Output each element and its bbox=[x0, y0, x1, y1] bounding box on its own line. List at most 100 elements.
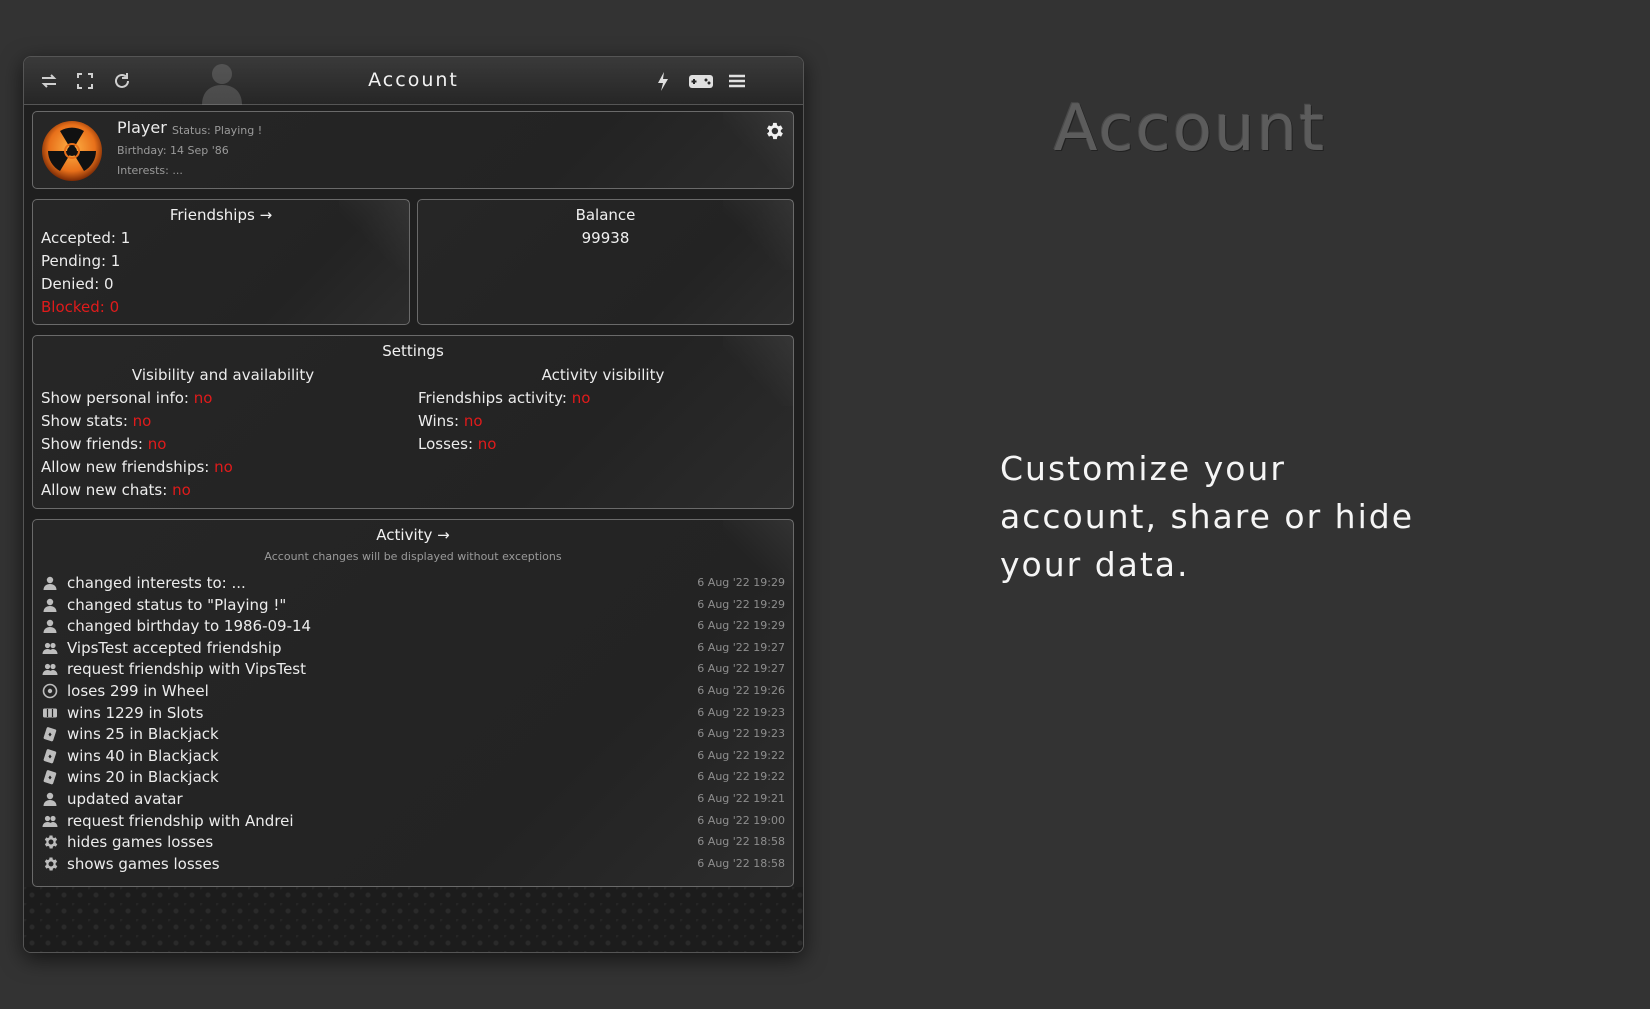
account-window: Account Player Status: Playing ! Birthda… bbox=[23, 56, 804, 953]
activity-time: 6 Aug '22 19:29 bbox=[697, 597, 785, 611]
activity-text: VipsTest accepted friendship bbox=[67, 638, 282, 657]
users-icon bbox=[42, 642, 58, 654]
settings-panel: Settings Visibility and availability Act… bbox=[32, 335, 794, 509]
activity-time: 6 Aug '22 19:27 bbox=[697, 640, 785, 654]
wheel-icon bbox=[42, 683, 58, 699]
menu-icon[interactable] bbox=[726, 70, 748, 92]
setting-show-friends[interactable]: Show friends: no bbox=[41, 435, 166, 453]
activity-item: request friendship with VipsTest 6 Aug '2… bbox=[33, 660, 793, 680]
activity-item: wins 25 in Blackjack 6 Aug '22 19:23 bbox=[33, 725, 793, 745]
activity-item: updated avatar 6 Aug '22 19:21 bbox=[33, 790, 793, 810]
profile-name: Player bbox=[117, 118, 167, 137]
activity-time: 6 Aug '22 19:29 bbox=[697, 619, 785, 633]
activity-text: hides games losses bbox=[67, 833, 214, 852]
users-icon bbox=[42, 664, 58, 676]
balance-panel: Balance 99938 bbox=[417, 199, 794, 325]
setting-allow-new-chats[interactable]: Allow new chats: no bbox=[41, 481, 191, 499]
setting-value[interactable]: no bbox=[464, 412, 483, 430]
friendships-title[interactable]: Friendships → bbox=[33, 206, 409, 224]
setting-label: Allow new chats: bbox=[41, 481, 168, 499]
activity-time: 6 Aug '22 19:26 bbox=[697, 684, 785, 697]
activity-item: wins 20 in Blackjack 6 Aug '22 19:22 bbox=[33, 768, 793, 788]
setting-value[interactable]: no bbox=[478, 435, 497, 453]
activity-item: wins 1229 in Slots 6 Aug '22 19:23 bbox=[33, 704, 793, 724]
activity-time: 6 Aug '22 19:00 bbox=[697, 813, 785, 827]
profile-interests: Interests: ... bbox=[117, 164, 183, 177]
friendships-blocked: Blocked: 0 bbox=[41, 298, 120, 316]
setting-value[interactable]: no bbox=[214, 458, 233, 476]
lightning-icon[interactable] bbox=[652, 70, 674, 92]
side-description: Customize your account, share or hide yo… bbox=[1000, 449, 1414, 584]
user-icon bbox=[43, 576, 57, 590]
user-icon bbox=[43, 598, 57, 612]
activity-item: VipsTest accepted friendship 6 Aug '22 19… bbox=[33, 639, 793, 659]
setting-value[interactable]: no bbox=[572, 389, 591, 407]
setting-value[interactable]: no bbox=[133, 412, 152, 430]
activity-text: wins 1229 in Slots bbox=[67, 703, 204, 722]
setting-value[interactable]: no bbox=[148, 435, 167, 453]
profile-status: Status: Playing ! bbox=[172, 124, 263, 137]
activity-text: changed status to "Playing !" bbox=[67, 595, 287, 614]
avatar[interactable] bbox=[41, 120, 103, 182]
activity-time: 6 Aug '22 19:23 bbox=[697, 705, 785, 719]
balance-value: 99938 bbox=[581, 229, 630, 247]
friendships-denied: Denied: 0 bbox=[41, 275, 114, 293]
activity-time: 6 Aug '22 19:23 bbox=[697, 727, 785, 741]
activity-text: shows games losses bbox=[67, 854, 220, 873]
activity-panel: Activity → Account changes will be displ… bbox=[32, 519, 794, 887]
activity-text: wins 20 in Blackjack bbox=[67, 768, 219, 787]
activity-text: changed birthday to 1986-09-14 bbox=[67, 617, 312, 636]
profile-card: Player Status: Playing ! Birthday: 14 Se… bbox=[32, 111, 794, 189]
activity-time: 6 Aug '22 19:29 bbox=[697, 576, 785, 589]
activity-text: request friendship with Andrei bbox=[67, 811, 294, 830]
cards-icon bbox=[43, 748, 57, 764]
slots-icon bbox=[43, 708, 57, 718]
activity-item: request friendship with Andrei 6 Aug '22 … bbox=[33, 812, 793, 832]
activity-item: loses 299 in Wheel 6 Aug '22 19:26 bbox=[33, 682, 793, 702]
setting-label: Friendships activity: bbox=[418, 389, 567, 407]
setting-label: Show stats: bbox=[41, 412, 128, 430]
setting-label: Allow new friendships: bbox=[41, 458, 210, 476]
activity-item: changed birthday to 1986-09-14 6 Aug '22 … bbox=[33, 617, 793, 637]
activity-title[interactable]: Activity → bbox=[33, 526, 793, 544]
activity-subtitle: Account changes will be displayed withou… bbox=[264, 550, 562, 563]
setting-value[interactable]: no bbox=[194, 389, 213, 407]
friendships-accepted: Accepted: 1 bbox=[41, 229, 131, 247]
setting-label: Show friends: bbox=[41, 435, 143, 453]
setting-show-stats[interactable]: Show stats: no bbox=[41, 412, 151, 430]
activity-item: changed interests to: ... 6 Aug '22 19:29 bbox=[33, 574, 793, 594]
setting-show-personal-info[interactable]: Show personal info: no bbox=[41, 389, 212, 407]
users-icon bbox=[42, 815, 58, 827]
cards-icon bbox=[43, 770, 57, 785]
setting-losses[interactable]: Losses: no bbox=[418, 435, 496, 453]
balance-title: Balance bbox=[575, 206, 636, 224]
user-icon bbox=[43, 792, 57, 806]
profile-birthday: Birthday: 14 Sep '86 bbox=[117, 144, 229, 157]
activity-time: 6 Aug '22 19:21 bbox=[697, 792, 785, 805]
activity-time: 6 Aug '22 19:22 bbox=[697, 770, 785, 784]
setting-label: Show personal info: bbox=[41, 389, 189, 407]
activity-time: 6 Aug '22 18:58 bbox=[697, 835, 785, 849]
gear-icon[interactable] bbox=[763, 120, 785, 142]
gear-icon bbox=[44, 857, 58, 871]
activity-item: shows games losses 6 Aug '22 18:58 bbox=[33, 855, 793, 875]
setting-label: Losses: bbox=[418, 435, 473, 453]
setting-friendships-activity[interactable]: Friendships activity: no bbox=[418, 389, 590, 407]
activity-text: changed interests to: ... bbox=[67, 574, 246, 592]
setting-label: Wins: bbox=[418, 412, 460, 430]
settings-title: Settings bbox=[382, 342, 444, 360]
activity-item: hides games losses 6 Aug '22 18:58 bbox=[33, 833, 793, 853]
title-bar: Account bbox=[24, 57, 803, 105]
activity-time: 6 Aug '22 19:27 bbox=[697, 662, 785, 676]
activity-time: 6 Aug '22 18:58 bbox=[697, 856, 785, 870]
user-icon bbox=[43, 619, 57, 634]
setting-value[interactable]: no bbox=[172, 481, 191, 499]
setting-allow-new-friendships[interactable]: Allow new friendships: no bbox=[41, 458, 233, 476]
gamepad-icon[interactable] bbox=[687, 70, 715, 92]
side-title: Account bbox=[1053, 92, 1327, 166]
setting-wins[interactable]: Wins: no bbox=[418, 412, 483, 430]
activity-item: wins 40 in Blackjack 6 Aug '22 19:22 bbox=[33, 747, 793, 767]
activity-item: changed status to "Playing !" 6 Aug '22 1… bbox=[33, 596, 793, 616]
activity-text: wins 40 in Blackjack bbox=[67, 746, 219, 765]
activity-visibility-title: Activity visibility bbox=[541, 366, 665, 384]
